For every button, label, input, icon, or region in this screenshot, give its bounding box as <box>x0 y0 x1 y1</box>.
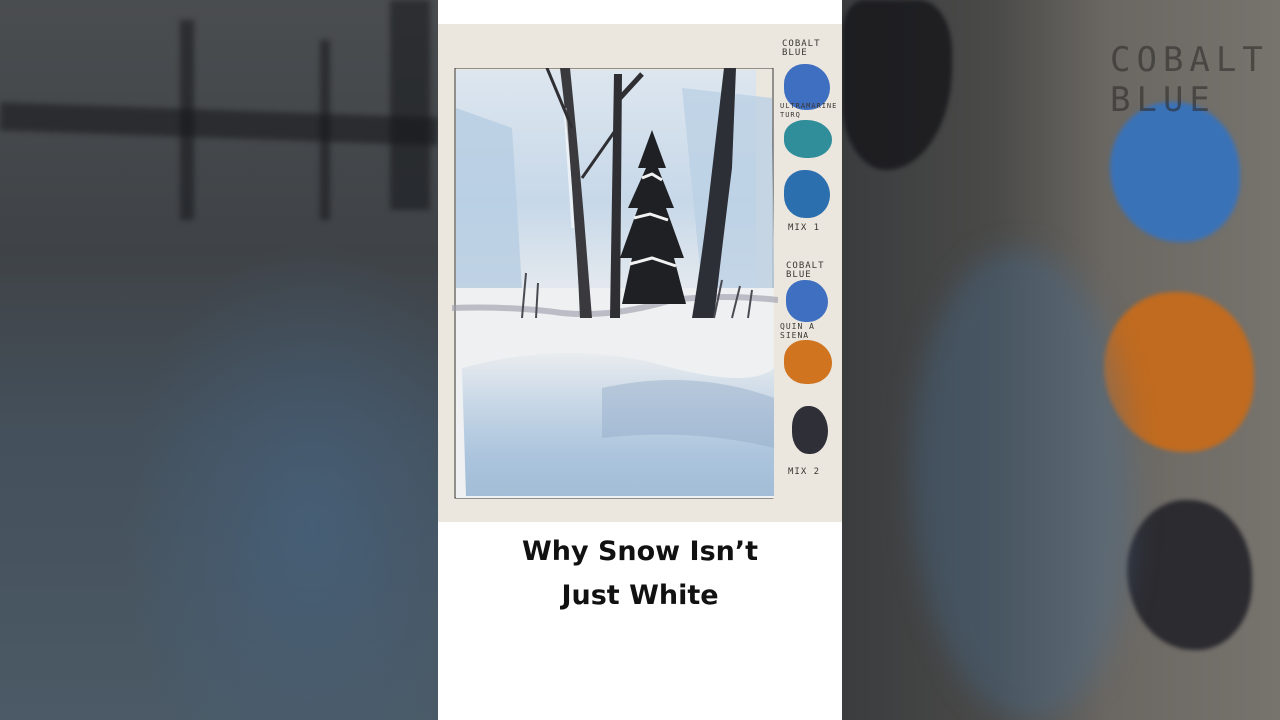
blurred-tree <box>842 0 952 170</box>
video-frame: COBALT BLUE ULTRAMARINE TURQ MIX 1 COBAL… <box>438 0 842 720</box>
color-swatch-column: COBALT BLUE ULTRAMARINE TURQ MIX 1 COBAL… <box>778 24 842 522</box>
tree-streak <box>320 40 330 220</box>
swatch-label-mix-1: MIX 1 <box>788 223 821 233</box>
swatch-label-cobalt-blue-2: COBALT BLUE <box>786 261 825 280</box>
watercolor-painting <box>452 68 778 499</box>
swatch-quinacridone-sienna <box>784 340 832 384</box>
caption-line-1: Why Snow Isn’t <box>521 536 759 567</box>
video-caption: Why Snow Isn’t Just White <box>438 530 842 618</box>
tree-streak <box>180 20 194 220</box>
painting-photo: COBALT BLUE ULTRAMARINE TURQ MIX 1 COBAL… <box>438 24 842 522</box>
swatch-label-ultramarine-turquoise: ULTRAMARINE TURQ <box>780 102 838 119</box>
swatch-cobalt-blue-2 <box>786 280 828 322</box>
blurred-blue-swatch <box>1110 102 1240 242</box>
swatch-label-mix-2: MIX 2 <box>788 467 821 477</box>
tree-streak <box>390 0 430 210</box>
swatch-mix-1 <box>784 170 830 218</box>
background-trees-wash <box>456 108 522 288</box>
swatch-label-quina-siena: QUIN A SIENA <box>780 322 815 340</box>
snow-shadow-blur <box>120 240 438 720</box>
blurred-dark-swatch <box>1127 500 1252 650</box>
blurred-snow-shadow <box>912 250 1132 720</box>
swatch-label-cobalt-blue: COBALT BLUE <box>782 39 821 58</box>
blurred-background-right: COBALT BLUE <box>842 0 1280 720</box>
caption-line-2: Just White <box>561 580 719 611</box>
swatch-ultramarine-turquoise <box>784 120 832 158</box>
blurred-label: COBALT BLUE <box>1110 40 1269 120</box>
tree-streak <box>0 102 438 146</box>
blurred-background-left <box>0 0 438 720</box>
swatch-mix-2 <box>792 406 828 454</box>
